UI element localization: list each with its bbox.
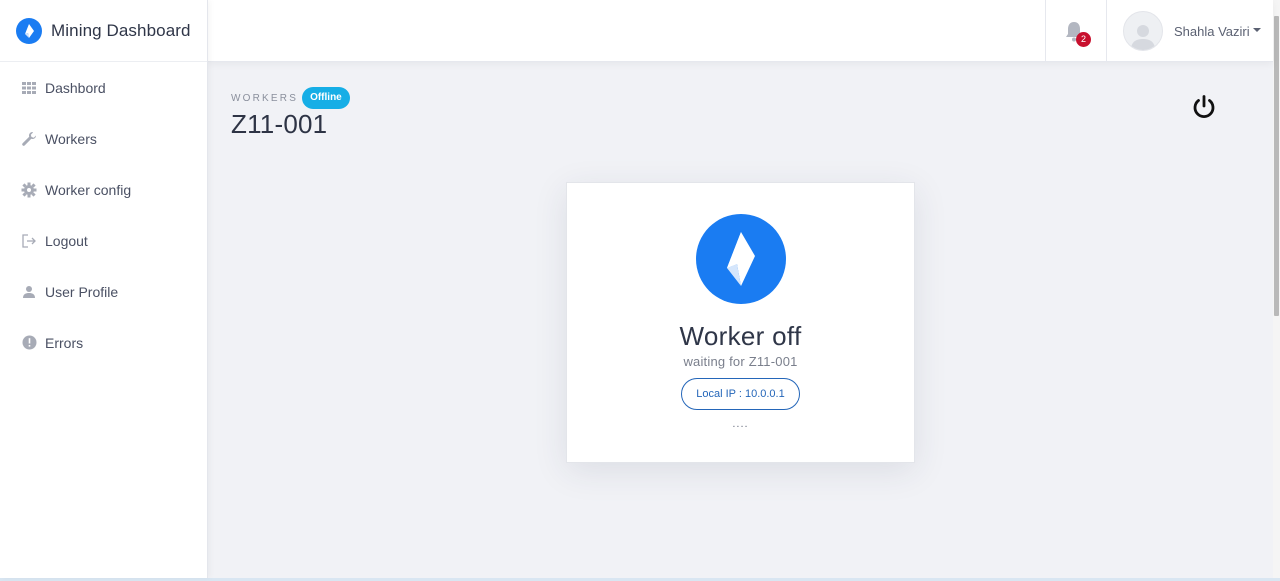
page-title: Z11-001 <box>231 109 328 139</box>
sidebar-item-logout[interactable]: Logout <box>0 215 207 266</box>
scrollbar-thumb[interactable] <box>1274 16 1279 316</box>
sidebar-nav: Dashbord Workers Worker config Logout Us… <box>0 62 207 368</box>
gear-icon <box>21 182 37 198</box>
card-title: Worker off <box>679 321 802 351</box>
notifications-button[interactable]: 2 <box>1063 20 1091 48</box>
chevron-down-icon <box>1252 28 1261 32</box>
alert-circle-icon <box>21 335 37 351</box>
grid-icon <box>21 80 37 96</box>
notification-count-badge: 2 <box>1076 32 1091 47</box>
topbar-divider <box>1045 0 1046 62</box>
sidebar-item-label: Logout <box>45 232 88 249</box>
page-header-row: WORKERS Offline <box>231 87 350 109</box>
brand[interactable]: Mining Dashboard <box>0 0 207 62</box>
power-icon <box>1193 95 1215 119</box>
power-button[interactable] <box>1191 94 1217 120</box>
sidebar-item-label: Workers <box>45 130 97 147</box>
main-content: WORKERS Offline Z11-001 Worker off waiti… <box>208 62 1273 578</box>
local-ip-button[interactable]: Local IP : 10.0.0.1 <box>681 378 800 410</box>
brand-title: Mining Dashboard <box>51 20 191 40</box>
user-icon <box>21 284 37 300</box>
user-menu-toggle[interactable]: Shahla Vaziri <box>1123 11 1261 51</box>
status-badge: Offline <box>302 87 350 109</box>
avatar-placeholder-icon <box>1131 25 1155 50</box>
wrench-icon <box>21 131 37 147</box>
sidebar-item-label: Worker config <box>45 181 132 198</box>
sidebar: Mining Dashboard Dashbord Workers Worker… <box>0 0 208 578</box>
page-header: WORKERS Offline Z11-001 <box>231 87 350 140</box>
sidebar-item-label: User Profile <box>45 283 119 300</box>
section-label: WORKERS <box>231 92 299 104</box>
sidebar-item-user-profile[interactable]: User Profile <box>0 266 207 317</box>
loading-dots: .... <box>732 418 749 430</box>
sidebar-item-workers[interactable]: Workers <box>0 113 207 164</box>
app-root: Mining Dashboard Dashbord Workers Worker… <box>0 0 1280 581</box>
topbar-divider <box>1106 0 1107 62</box>
sidebar-item-dashboard[interactable]: Dashbord <box>0 62 207 113</box>
worker-logo-icon <box>695 214 786 304</box>
user-name: Shahla Vaziri <box>1174 23 1250 39</box>
brand-logo-icon <box>16 17 42 44</box>
sidebar-item-worker-config[interactable]: Worker config <box>0 164 207 215</box>
topbar: 2 Shahla Vaziri <box>208 0 1273 62</box>
sidebar-item-label: Errors <box>45 334 84 351</box>
worker-status-card: Worker off waiting for Z11-001 Local IP … <box>566 182 915 463</box>
avatar <box>1123 11 1163 51</box>
card-subtitle: waiting for Z11-001 <box>683 354 798 369</box>
page-scrollbar[interactable] <box>1273 0 1280 578</box>
logout-icon <box>21 233 37 249</box>
sidebar-item-label: Dashbord <box>45 79 106 96</box>
sidebar-item-errors[interactable]: Errors <box>0 317 207 368</box>
